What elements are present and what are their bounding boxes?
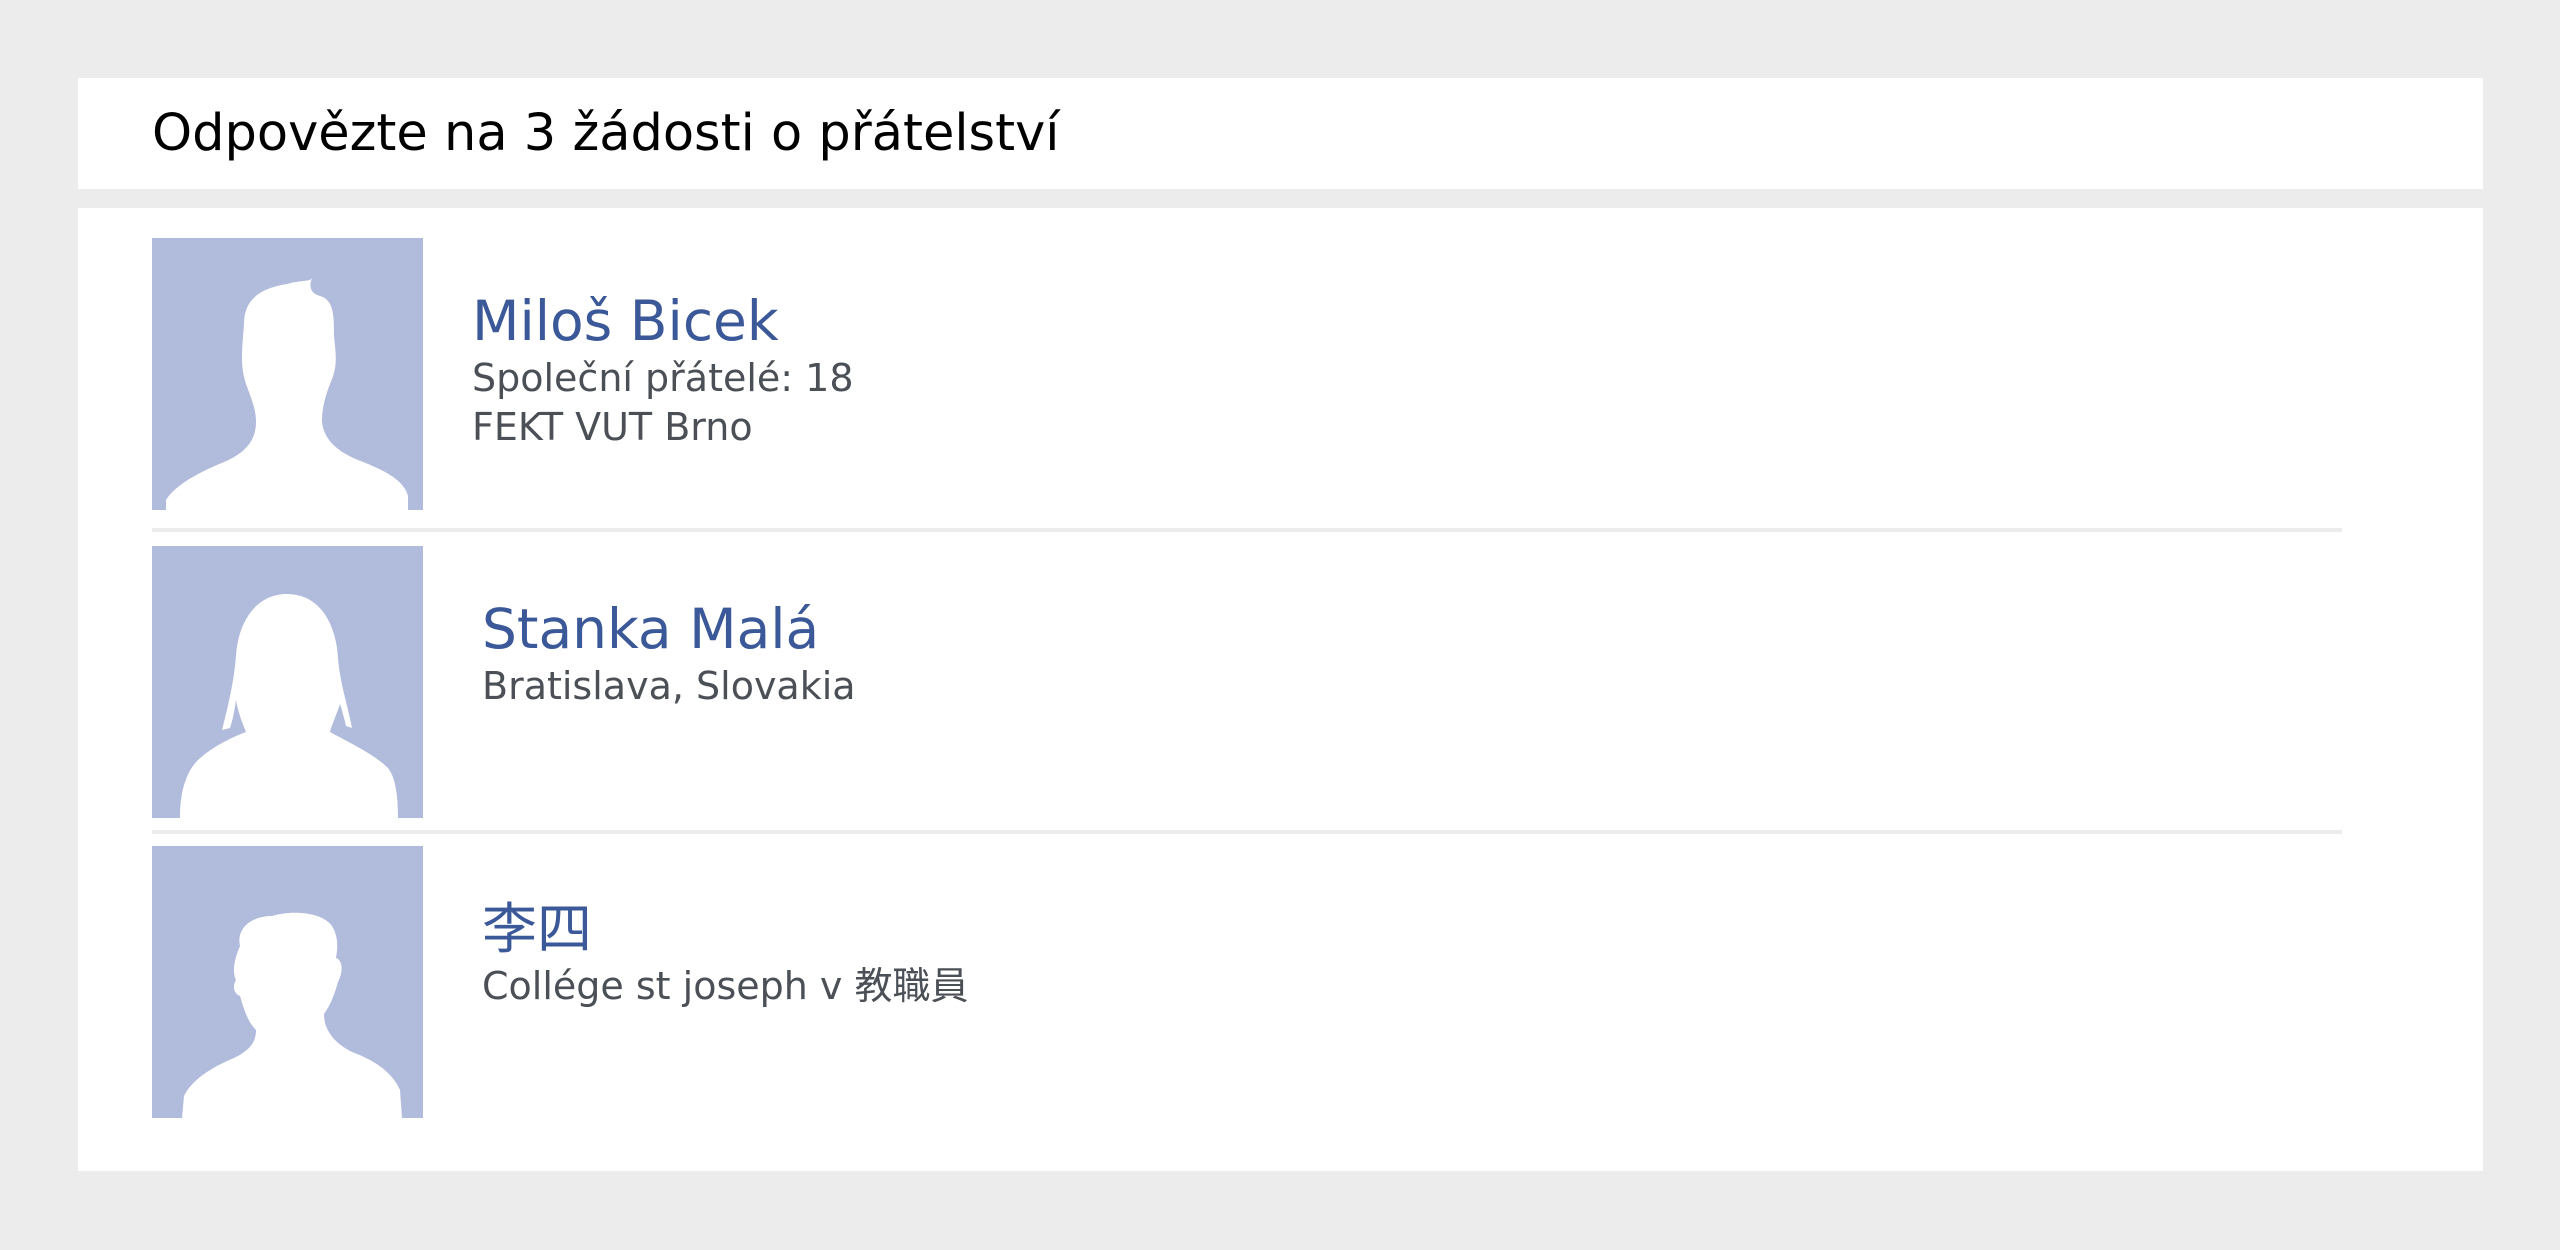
- requester-name-link[interactable]: Miloš Bicek: [472, 288, 854, 354]
- female-silhouette-icon: [180, 594, 398, 818]
- friend-requests-list: Miloš Bicek Společní přátelé: 18 FEKT VU…: [78, 208, 2483, 1171]
- mutual-friends-text: Společní přátelé: 18: [472, 356, 854, 400]
- friend-request-item: Stanka Malá Bratislava, Slovakia: [152, 546, 2342, 818]
- request-info: Stanka Malá Bratislava, Slovakia: [482, 596, 856, 711]
- divider: [152, 528, 2342, 532]
- friend-request-item: Miloš Bicek Společní přátelé: 18 FEKT VU…: [152, 238, 2342, 510]
- avatar[interactable]: [152, 238, 423, 510]
- requester-name-link[interactable]: Stanka Malá: [482, 596, 856, 662]
- workplace-text: Collége st joseph v 教職員: [482, 964, 969, 1008]
- avatar[interactable]: [152, 846, 423, 1118]
- request-info: Miloš Bicek Společní přátelé: 18 FEKT VU…: [472, 288, 854, 452]
- page-title: Odpovězte na 3 žádosti o přátelství: [152, 104, 1060, 163]
- divider: [152, 830, 2342, 834]
- location-text: Bratislava, Slovakia: [482, 664, 856, 708]
- avatar[interactable]: [152, 546, 423, 818]
- request-info: 李四 Collége st joseph v 教職員: [482, 896, 968, 1011]
- male-silhouette-icon: [166, 278, 408, 510]
- requester-name-link[interactable]: 李四: [482, 896, 968, 962]
- friend-requests-header: Odpovězte na 3 žádosti o přátelství: [78, 78, 2483, 189]
- school-text: FEKT VUT Brno: [472, 405, 753, 449]
- male-silhouette-icon: [182, 912, 402, 1118]
- friend-request-item: 李四 Collége st joseph v 教職員: [152, 846, 2342, 1118]
